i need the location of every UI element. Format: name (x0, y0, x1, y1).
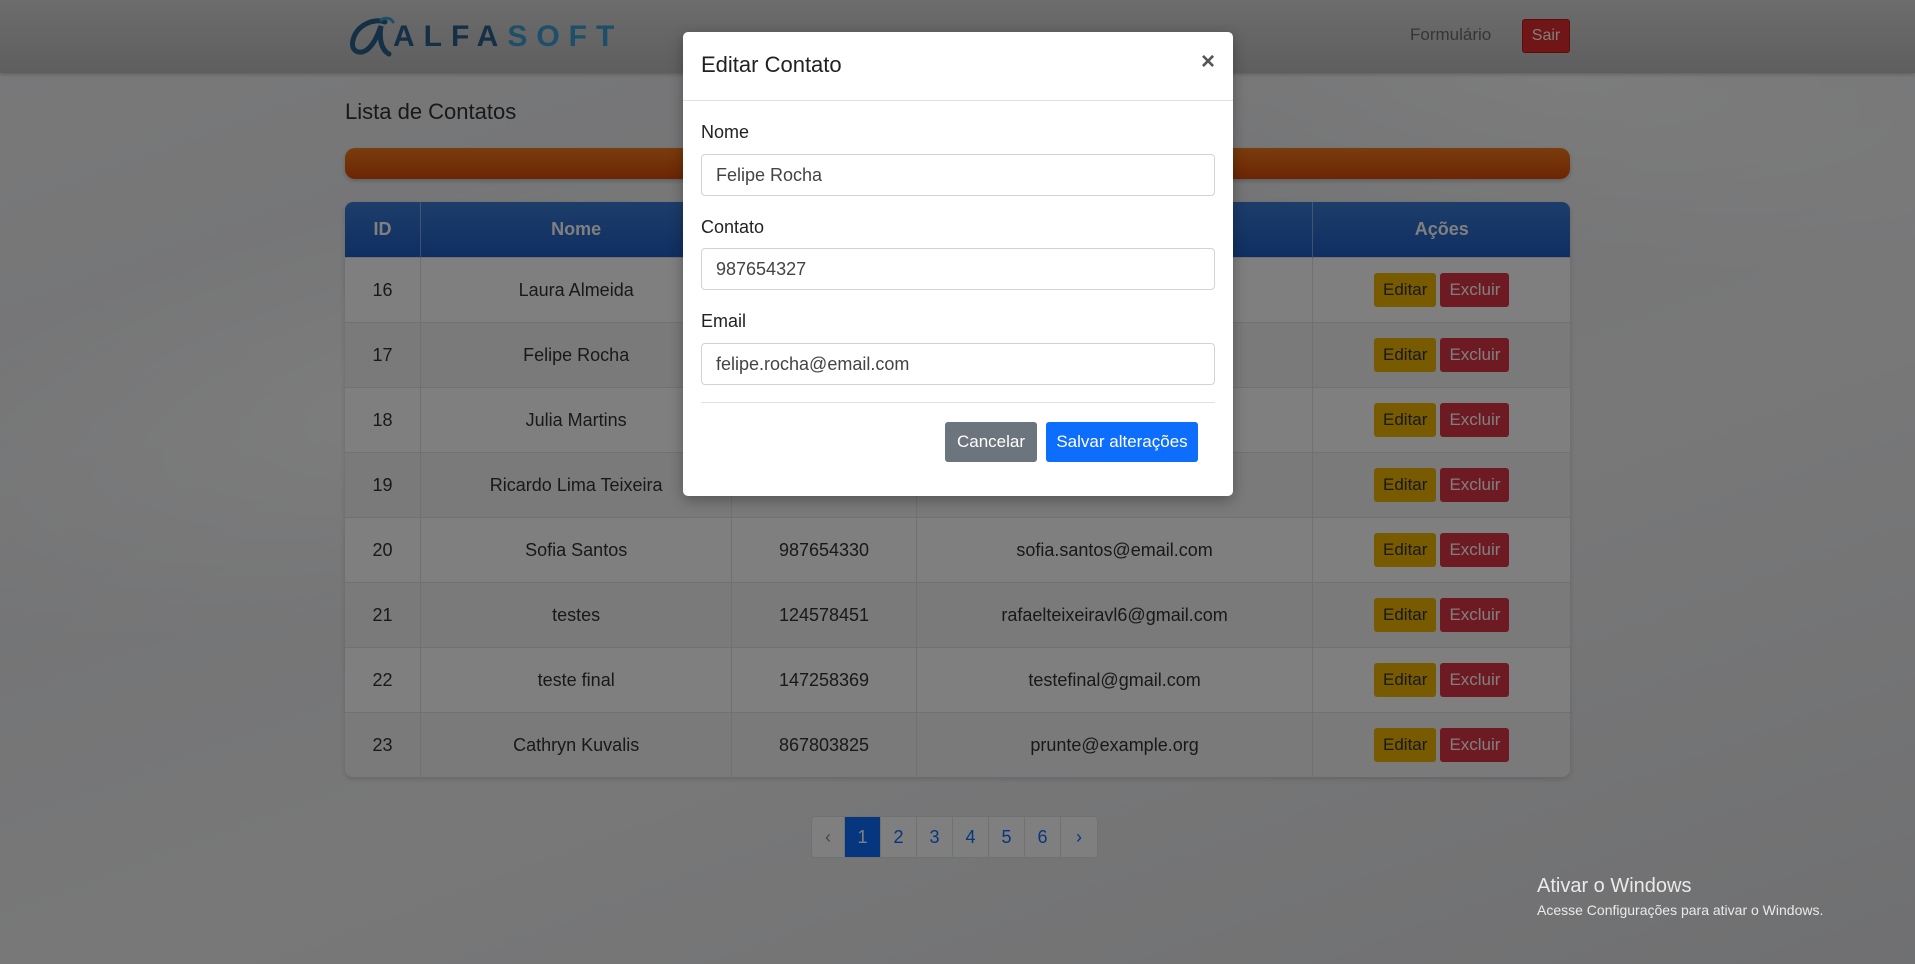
watermark-subtitle: Acesse Configurações para ativar o Windo… (1537, 902, 1824, 918)
modal-divider (701, 402, 1215, 403)
contact-field[interactable] (701, 248, 1215, 290)
email-label: Email (701, 311, 747, 331)
app-viewport: ALFASOFT Formulário Sair Lista de Contat… (0, 0, 1915, 964)
close-icon[interactable]: × (1201, 48, 1215, 76)
windows-activation-watermark: Ativar o Windows Acesse Configurações pa… (1537, 875, 1823, 918)
save-changes-button[interactable]: Salvar alterações (1046, 422, 1198, 462)
name-label: Nome (701, 122, 750, 142)
name-field[interactable] (701, 154, 1215, 196)
contact-label: Contato (701, 217, 765, 237)
watermark-title: Ativar o Windows (1537, 875, 1692, 897)
modal-title: Editar Contato (701, 52, 842, 77)
cancel-button[interactable]: Cancelar (945, 422, 1037, 462)
edit-contact-modal: Editar Contato × Nome Contato Email Canc… (683, 32, 1233, 496)
modal-header: Editar Contato × (683, 32, 1233, 101)
email-field[interactable] (701, 343, 1215, 385)
